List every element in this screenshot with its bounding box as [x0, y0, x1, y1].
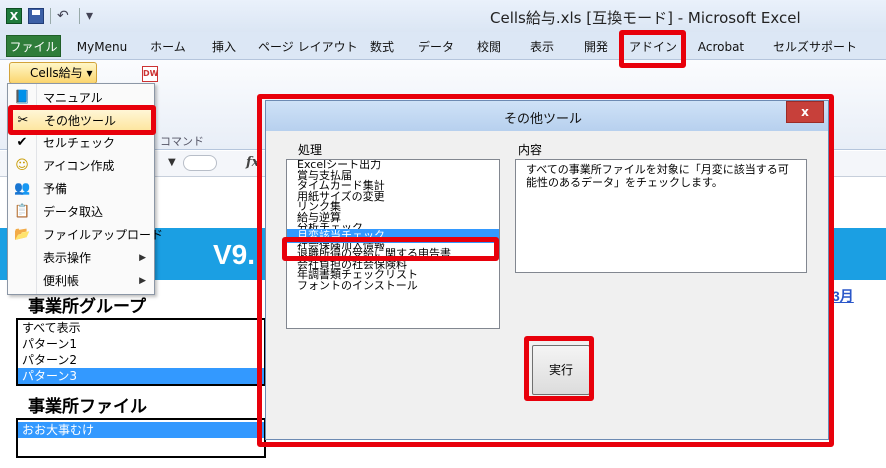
tab-mymenu[interactable]: MyMenu	[76, 36, 128, 58]
formula-bar-handle[interactable]	[183, 155, 217, 171]
cells-kyuyo-button[interactable]: Cells給与 ▾	[9, 62, 97, 84]
tab-insert[interactable]: 挿入	[204, 36, 244, 58]
excel-logo-icon: X	[6, 8, 22, 24]
file-section-title: 事業所ファイル	[28, 397, 147, 416]
people-icon: 👥	[14, 181, 31, 196]
menu-item-handbook[interactable]: 便利帳 ▶	[8, 270, 154, 292]
close-icon[interactable]: x	[786, 101, 824, 123]
list-item[interactable]: 給与逆算	[287, 212, 499, 224]
folder-icon: 📂	[14, 227, 31, 242]
menu-item-data-import[interactable]: 📋 データ取込	[8, 201, 154, 223]
menu-item-label: その他ツール	[44, 114, 117, 128]
submenu-arrow-icon: ▶	[139, 253, 146, 263]
other-tools-dialog: その他ツール x 処理 内容 Excelシート出力 賞与支払届 タイムカード集計…	[265, 100, 829, 440]
version-banner-text: V9.	[213, 239, 256, 270]
tab-formulas[interactable]: 数式	[364, 36, 400, 58]
tab-cells-support[interactable]: セルズサポート	[764, 36, 866, 58]
qat-divider	[79, 8, 80, 24]
fx-icon[interactable]: fx	[246, 155, 259, 170]
list-item[interactable]: おお大事むけ	[18, 422, 264, 438]
dialog-title-bar: その他ツール x	[266, 101, 828, 131]
quick-access-toolbar: X ↶ ▾	[6, 8, 93, 24]
submenu-arrow-icon: ▶	[139, 276, 146, 286]
menu-item-spare[interactable]: 👥 予備	[8, 178, 154, 200]
menu-item-icon-create[interactable]: ☺ アイコン作成	[8, 155, 154, 177]
menu-item-label: データ取込	[43, 205, 104, 219]
list-item[interactable]: パターン2	[18, 352, 264, 368]
tab-page-layout[interactable]: ページ レイアウト	[258, 36, 358, 58]
manual-icon: 📘	[14, 90, 31, 105]
content-label: 内容	[518, 143, 543, 157]
tab-data[interactable]: データ	[414, 36, 458, 58]
list-item-selected[interactable]: 月変該当チェック	[287, 229, 499, 243]
save-icon[interactable]	[28, 8, 44, 24]
cells-dropdown-menu: 📘 マニュアル ✂ その他ツール ✔ セルチェック ☺ アイコン作成 👥 予備 …	[7, 83, 163, 295]
menu-item-label: 便利帳	[43, 274, 80, 288]
menu-item-label: マニュアル	[43, 91, 103, 105]
menu-item-cell-check[interactable]: ✔ セルチェック	[8, 132, 154, 154]
tab-addins[interactable]: アドイン	[628, 36, 678, 58]
check-icon: ✔	[16, 135, 28, 150]
menu-item-label: セルチェック	[43, 136, 116, 150]
menu-item-label: 予備	[43, 182, 68, 196]
content-description: すべての事業所ファイルを対象に「月変に該当する可能性のあるデータ」をチェックしま…	[515, 159, 807, 273]
tab-acrobat[interactable]: Acrobat	[692, 36, 750, 58]
tab-developer[interactable]: 開発	[578, 36, 614, 58]
process-listbox[interactable]: Excelシート出力 賞与支払届 タイムカード集計 用紙サイズの変更 リンク集 …	[286, 159, 500, 329]
customize-qat-icon[interactable]: ▾	[86, 8, 93, 24]
group-listbox[interactable]: すべて表示 パターン1 パターン2 パターン3	[16, 318, 266, 386]
menu-item-label: アイコン作成	[43, 159, 115, 173]
menu-item-display-ops[interactable]: 表示操作 ▶	[8, 247, 154, 269]
process-label: 処理	[298, 143, 323, 157]
window-title: Cells給与.xls [互換モード] - Microsoft Excel	[490, 9, 801, 27]
list-item[interactable]: パターン1	[18, 336, 264, 352]
run-button[interactable]: 実行	[532, 345, 590, 395]
tab-review[interactable]: 校閲	[470, 36, 508, 58]
tab-home[interactable]: ホーム	[148, 36, 188, 58]
import-icon: 📋	[14, 204, 31, 219]
tools-icon: ✂	[17, 113, 29, 128]
qat-divider	[50, 8, 51, 24]
dw-icon[interactable]: DW	[142, 66, 158, 82]
list-item[interactable]: フォントのインストール	[287, 280, 499, 292]
undo-icon[interactable]: ↶	[57, 8, 73, 24]
list-item[interactable]: すべて表示	[18, 320, 264, 336]
file-listbox[interactable]: おお大事むけ	[16, 418, 266, 458]
ribbon-group-label: コマンド	[160, 135, 204, 148]
list-item[interactable]: パターン3	[18, 368, 264, 384]
group-section-title: 事業所グループ	[28, 297, 146, 316]
menu-item-file-upload[interactable]: 📂 ファイルアップロード	[8, 224, 163, 246]
menu-item-label: ファイルアップロード	[43, 228, 164, 242]
month-link[interactable]: 3月	[832, 286, 854, 306]
tab-file[interactable]: ファイル	[6, 35, 61, 57]
menu-item-label: 表示操作	[43, 251, 92, 265]
ribbon-tabs: ファイル MyMenu ホーム 挿入 ページ レイアウト 数式 データ 校閲 表…	[0, 32, 886, 60]
menu-item-other-tools[interactable]: ✂ その他ツール	[8, 109, 154, 131]
dialog-title: その他ツール	[504, 112, 583, 127]
title-bar: X ↶ ▾ Cells給与.xls [互換モード] - Microsoft Ex…	[0, 0, 886, 32]
menu-item-manual[interactable]: 📘 マニュアル	[8, 87, 154, 109]
smiley-icon: ☺	[15, 158, 29, 173]
excel-window: X ↶ ▾ Cells給与.xls [互換モード] - Microsoft Ex…	[0, 0, 886, 468]
namebox-dropdown-icon[interactable]: ▼	[168, 157, 176, 168]
tab-view[interactable]: 表示	[524, 36, 560, 58]
